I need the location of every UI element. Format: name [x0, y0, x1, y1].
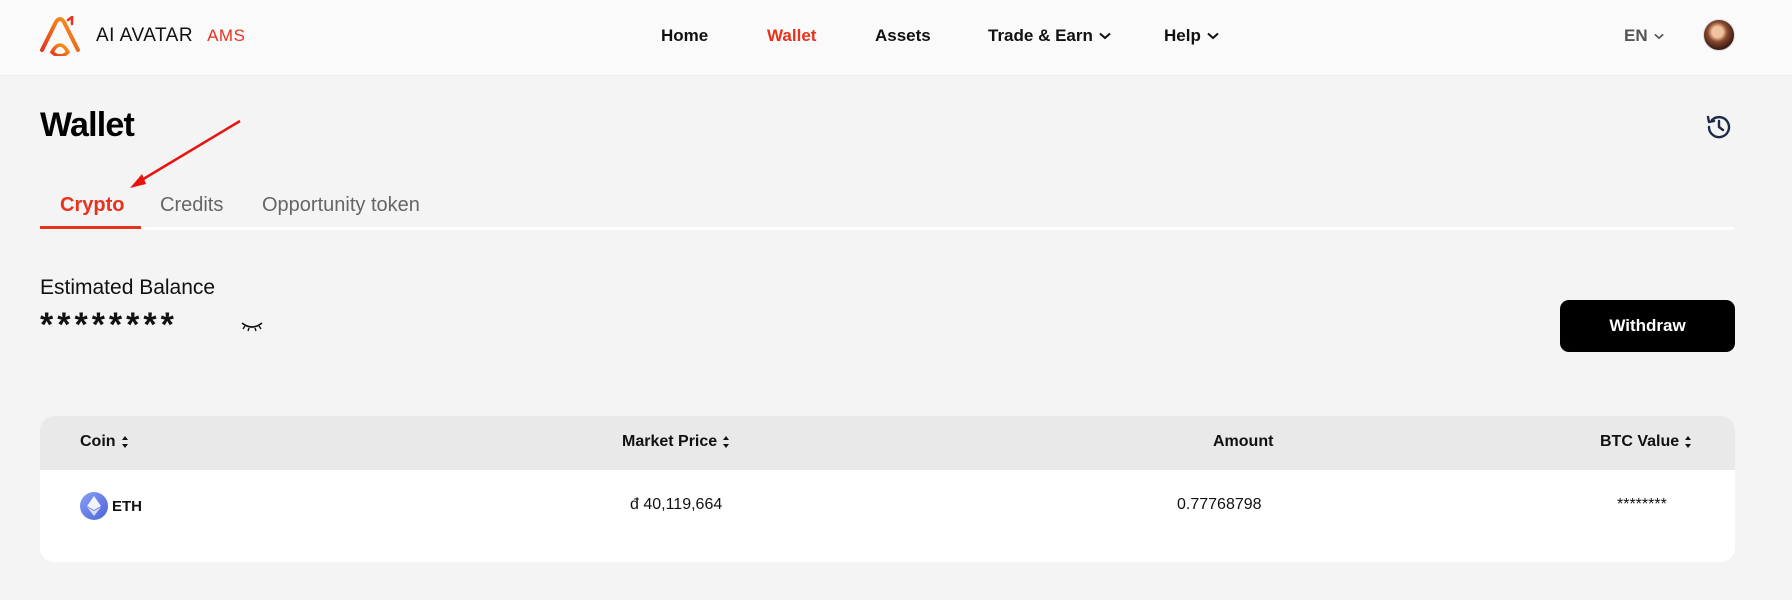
nav-label: Assets — [875, 26, 931, 45]
sort-icon — [723, 436, 730, 448]
nav-trade-earn[interactable]: Trade & Earn — [988, 26, 1111, 46]
nav-assets[interactable]: Assets — [875, 26, 931, 46]
column-label: BTC Value — [1600, 433, 1680, 450]
user-avatar[interactable] — [1703, 19, 1735, 51]
nav-label: Home — [661, 26, 709, 45]
estimated-balance-value: ******** — [40, 306, 178, 344]
coin-symbol: ETH — [112, 497, 142, 515]
brand-logo[interactable]: AI AVATAR AMS — [38, 16, 245, 56]
column-header-btc-value[interactable]: BTC Value — [1600, 433, 1692, 451]
withdraw-button[interactable]: Withdraw — [1560, 300, 1735, 352]
coin-cell: ETH — [80, 492, 142, 520]
sort-icon — [121, 436, 128, 448]
nav-label: Help — [1164, 26, 1201, 45]
page-title: Wallet — [40, 106, 135, 144]
history-icon[interactable] — [1704, 112, 1734, 142]
column-label: Amount — [1213, 433, 1274, 450]
sort-icon — [1685, 436, 1692, 448]
market-price-cell: đ 40,119,664 — [630, 496, 723, 513]
top-navbar: AI AVATAR AMS Home Wallet Assets Trade &… — [0, 0, 1792, 76]
nav-home[interactable]: Home — [661, 26, 708, 46]
nav-label: Trade & Earn — [988, 26, 1093, 45]
tab-credits[interactable]: Credits — [160, 194, 223, 217]
column-label: Coin — [80, 433, 116, 450]
column-header-amount: Amount — [1213, 433, 1273, 451]
nav-wallet[interactable]: Wallet — [767, 26, 816, 46]
eye-closed-icon[interactable] — [240, 318, 264, 334]
nav-label: Wallet — [767, 26, 817, 45]
amount-cell: 0.77768798 — [1177, 496, 1262, 513]
nav-help[interactable]: Help — [1164, 26, 1219, 46]
ethereum-icon — [80, 492, 108, 520]
wallet-tabs: Crypto Credits Opportunity token — [40, 188, 1734, 230]
chevron-down-icon — [1099, 32, 1111, 40]
brand-logo-icon — [40, 16, 80, 56]
tab-crypto[interactable]: Crypto — [60, 194, 124, 217]
chevron-down-icon — [1653, 33, 1664, 39]
tab-opportunity-token[interactable]: Opportunity token — [262, 194, 420, 217]
brand-subtitle: AMS — [207, 26, 246, 45]
brand-name: AI AVATAR — [96, 25, 194, 46]
chevron-down-icon — [1207, 32, 1219, 40]
column-header-market-price[interactable]: Market Price — [622, 433, 730, 451]
active-tab-indicator — [40, 226, 141, 229]
language-selector[interactable]: EN — [1624, 26, 1664, 46]
column-header-coin[interactable]: Coin — [80, 433, 129, 451]
btc-value-cell: ******** — [1617, 496, 1667, 513]
table-header: Coin Market Price Amount BTC Value — [40, 416, 1735, 470]
language-label: EN — [1624, 26, 1648, 45]
column-label: Market Price — [622, 433, 718, 450]
estimated-balance-label: Estimated Balance — [40, 276, 216, 299]
coin-table: Coin Market Price Amount BTC Value ETH đ… — [40, 416, 1735, 562]
